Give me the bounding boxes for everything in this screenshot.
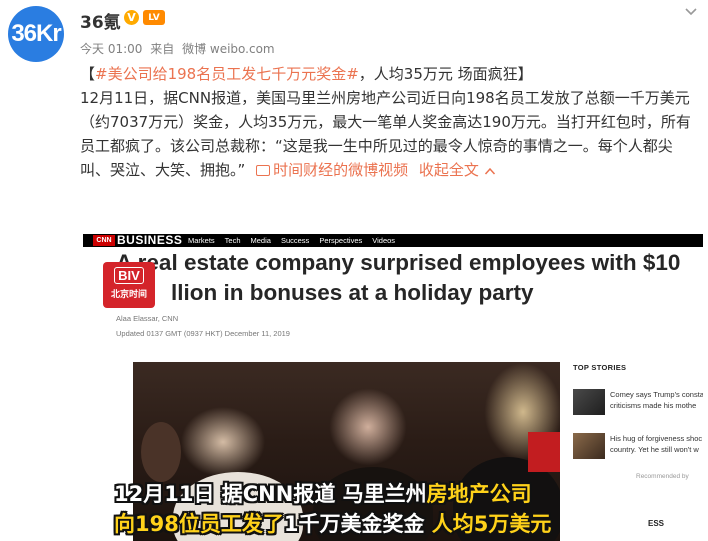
biv-logo-text: BIV [114, 267, 144, 284]
video-link[interactable]: 时间财经的微博视频 [273, 161, 408, 179]
post-source[interactable]: 微博 weibo.com [182, 42, 275, 56]
cnn-nav-item: Markets [188, 236, 215, 245]
caption-text: 1千万美金奖金 [283, 512, 425, 536]
post-time[interactable]: 今天 01:00 [80, 42, 142, 56]
video-caption-line-2: 向198位员工发了1千万美金奖金 人均5万美元 [114, 511, 703, 537]
post-image[interactable]: CNN BUSINESS Markets Tech Media Success … [83, 234, 703, 541]
avatar[interactable]: 36Kr [8, 6, 64, 62]
cnn-logo: CNN [93, 235, 115, 246]
caption-highlight: 向198位员工发了 [114, 512, 284, 536]
biv-watermark-logo: BIV 北京时间 [103, 262, 155, 308]
chevron-up-icon [484, 167, 495, 175]
post-text: 【#美公司给198名员工发七千万元奖金#，人均35万元 场面疯狂】 12月11日… [80, 62, 700, 182]
photo-person [141, 422, 181, 482]
hashtag-link[interactable]: #美公司给198名员工发七千万元奖金# [95, 65, 359, 83]
top-stories-heading: TOP STORIES [573, 363, 627, 372]
photo-red-shape [528, 432, 560, 472]
story-text: Comey says Trump's consta criticisms mad… [610, 390, 703, 410]
username[interactable]: 36氪 [80, 8, 121, 33]
cnn-nav-item: Media [250, 236, 271, 245]
verified-badge-icon: V [124, 10, 139, 25]
collapse-link[interactable]: 收起全文 [419, 161, 479, 179]
video-caption-line-1: 12月11日 据CNN报道 马里兰州房地产公司 [114, 481, 703, 507]
story-thumbnail [573, 433, 605, 459]
cnn-section-title: BUSINESS [117, 234, 183, 247]
biv-logo-subtext: 北京时间 [110, 290, 147, 300]
article-headline: A real estate company surprised employee… [116, 248, 703, 308]
chevron-down-icon[interactable] [684, 4, 698, 18]
caption-highlight: 人均 [424, 512, 474, 536]
headline-line-2: llion in bonuses at a holiday party [171, 280, 534, 305]
video-icon [256, 165, 271, 176]
article-updated: Updated 0137 GMT (0937 HKT) December 11,… [116, 329, 290, 338]
cnn-nav-item: Videos [372, 236, 396, 245]
level-badge-icon: LV [143, 10, 165, 25]
title-bracket: 【 [80, 65, 96, 83]
headline-line-1: A real estate company surprised employee… [116, 250, 681, 275]
caption-highlight: 房地产公司 [426, 482, 532, 506]
story-text: His hug of forgiveness shoc country. Yet… [610, 434, 703, 454]
cnn-nav-item: Perspectives [319, 236, 363, 245]
title-rest: ，人均35万元 场面疯狂】 [358, 65, 533, 83]
recommended-by-label: Recommended by [636, 473, 689, 480]
story-thumbnail [573, 389, 605, 415]
cnn-header-bar: CNN BUSINESS Markets Tech Media Success … [83, 234, 703, 247]
cnn-nav-item: Tech [224, 236, 241, 245]
post-meta: 今天 01:00 来自 微博 weibo.com [80, 40, 279, 57]
caption-highlight: 5万美元 [473, 512, 552, 536]
source-prefix: 来自 [150, 42, 175, 56]
cnn-nav: Markets Tech Media Success Perspectives … [188, 234, 395, 247]
top-story-item: Comey says Trump's consta criticisms mad… [573, 389, 703, 417]
article-byline: Alaa Elassar, CNN [116, 314, 179, 323]
cnn-nav-item: Success [280, 236, 310, 245]
top-story-item: His hug of forgiveness shoc country. Yet… [573, 433, 703, 461]
caption-text: 12月11日 据CNN报道 马里兰州 [114, 482, 427, 506]
